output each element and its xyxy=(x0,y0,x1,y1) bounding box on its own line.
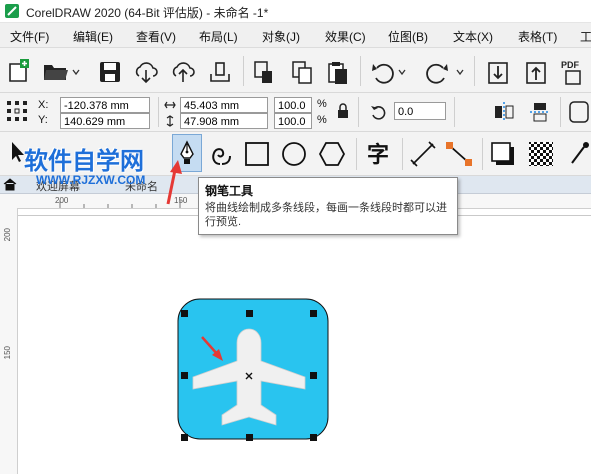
ruler-tick-label: 200 xyxy=(3,228,12,242)
redo-icon[interactable] xyxy=(424,60,450,84)
property-bar: X: Y: -120.378 mm 140.629 mm 45.403 mm 4… xyxy=(0,93,591,132)
menu-file[interactable]: 文件(F) xyxy=(10,28,49,45)
object-origin-icon[interactable] xyxy=(6,100,28,122)
drop-shadow-tool-icon[interactable] xyxy=(490,141,516,167)
rectangle-tool-icon[interactable] xyxy=(244,141,270,167)
connector-tool-icon[interactable] xyxy=(445,141,473,167)
menu-effects[interactable]: 效果(C) xyxy=(325,28,366,45)
menu-text[interactable]: 文本(X) xyxy=(453,28,493,45)
title-bar: CorelDRAW 2020 (64-Bit 评估版) - 未命名 -1* xyxy=(0,0,591,23)
export-pdf-icon[interactable]: PDF xyxy=(560,58,588,86)
watermark-logo-text: 软件自学网 xyxy=(24,148,144,175)
text-tool-icon[interactable]: 字 xyxy=(364,139,392,168)
cloud-download-icon[interactable] xyxy=(133,60,159,84)
copy-icon[interactable] xyxy=(290,60,314,86)
toolbar-separator xyxy=(243,56,244,86)
width-field[interactable]: 45.403 mm xyxy=(180,97,268,113)
tooltip-description: 将曲线绘制成多条线段，每画一条线段时都可以进行预览. xyxy=(205,202,447,228)
transparency-tool-icon[interactable] xyxy=(528,141,554,167)
menu-object[interactable]: 对象(J) xyxy=(262,28,300,45)
chevron-down-icon[interactable] xyxy=(72,68,80,76)
highlight-arrow xyxy=(166,160,182,205)
rotate-icon xyxy=(371,106,386,120)
cloud-upload-icon[interactable] xyxy=(170,60,196,84)
mirror-horizontal-icon[interactable] xyxy=(492,100,516,124)
paste-icon[interactable] xyxy=(326,60,350,86)
menu-edit[interactable]: 编辑(E) xyxy=(73,28,113,45)
menu-layout[interactable]: 布局(L) xyxy=(199,28,238,45)
toolbar-separator xyxy=(356,138,357,170)
width-icon xyxy=(164,101,176,109)
toolbar-separator xyxy=(560,97,561,127)
y-label: Y: xyxy=(38,114,48,126)
x-label: X: xyxy=(38,99,49,111)
percent-label: % xyxy=(317,114,327,126)
pen-tool-tooltip: 钢笔工具 将曲线绘制成多条线段，每画一条线段时都可以进行预览. xyxy=(198,177,458,235)
menu-bitmaps[interactable]: 位图(B) xyxy=(388,28,428,45)
artistic-media-tool-icon[interactable] xyxy=(208,140,234,168)
menu-table[interactable]: 表格(T) xyxy=(518,28,557,45)
window-title: CorelDRAW 2020 (64-Bit 评估版) - 未命名 -1* xyxy=(26,6,269,20)
watermark-url: WWW.RJZXW.COM xyxy=(36,173,146,187)
y-position-field[interactable]: 140.629 mm xyxy=(60,113,150,129)
cut-icon[interactable] xyxy=(252,60,276,86)
rotation-field[interactable]: 0.0 xyxy=(394,102,446,120)
polygon-tool-icon[interactable] xyxy=(318,141,346,167)
undo-icon[interactable] xyxy=(370,60,396,84)
chevron-down-icon[interactable] xyxy=(456,68,464,76)
new-document-icon[interactable] xyxy=(6,58,32,84)
home-icon[interactable] xyxy=(3,178,17,191)
vertical-ruler: 200 150 xyxy=(0,208,18,474)
svg-text:PDF: PDF xyxy=(561,60,580,70)
toolbar-separator xyxy=(482,138,483,170)
lock-ratio-icon[interactable] xyxy=(336,103,350,119)
drawing-canvas[interactable] xyxy=(18,209,591,474)
export-icon[interactable] xyxy=(524,60,548,86)
toolbar-separator xyxy=(158,97,159,127)
tooltip-title: 钢笔工具 xyxy=(205,184,254,198)
ruler-tick-label: 150 xyxy=(3,346,12,360)
open-folder-icon[interactable] xyxy=(42,60,70,84)
save-icon[interactable] xyxy=(98,60,122,84)
toolbar-separator xyxy=(358,97,359,127)
eyedropper-tool-icon[interactable] xyxy=(568,141,590,167)
menu-tools[interactable]: 工 xyxy=(580,28,591,45)
percent-label: % xyxy=(317,98,327,110)
ellipse-tool-icon[interactable] xyxy=(281,141,307,167)
standard-toolbar: PDF xyxy=(0,48,591,93)
toolbar-separator xyxy=(474,56,475,86)
scale-x-field[interactable]: 100.0 xyxy=(274,97,312,113)
toolbar-separator xyxy=(360,56,361,86)
airplane-app-icon[interactable] xyxy=(177,298,329,440)
corner-icon[interactable] xyxy=(568,100,590,124)
dimension-tool-icon[interactable] xyxy=(410,141,436,167)
canvas-artwork xyxy=(18,215,591,441)
coreldraw-app-icon xyxy=(5,4,19,18)
height-field[interactable]: 47.908 mm xyxy=(180,113,268,129)
toolbar-separator xyxy=(402,138,403,170)
menu-view[interactable]: 查看(V) xyxy=(136,28,176,45)
toolbar-separator xyxy=(454,97,455,127)
mirror-vertical-icon[interactable] xyxy=(528,100,552,124)
publish-icon[interactable] xyxy=(208,60,232,84)
import-icon[interactable] xyxy=(486,60,510,86)
scale-y-field[interactable]: 100.0 xyxy=(274,113,312,129)
menu-bar: 文件(F) 编辑(E) 查看(V) 布局(L) 对象(J) 效果(C) 位图(B… xyxy=(0,23,591,48)
x-position-field[interactable]: -120.378 mm xyxy=(60,97,150,113)
chevron-down-icon[interactable] xyxy=(398,68,406,76)
height-icon xyxy=(166,115,174,127)
